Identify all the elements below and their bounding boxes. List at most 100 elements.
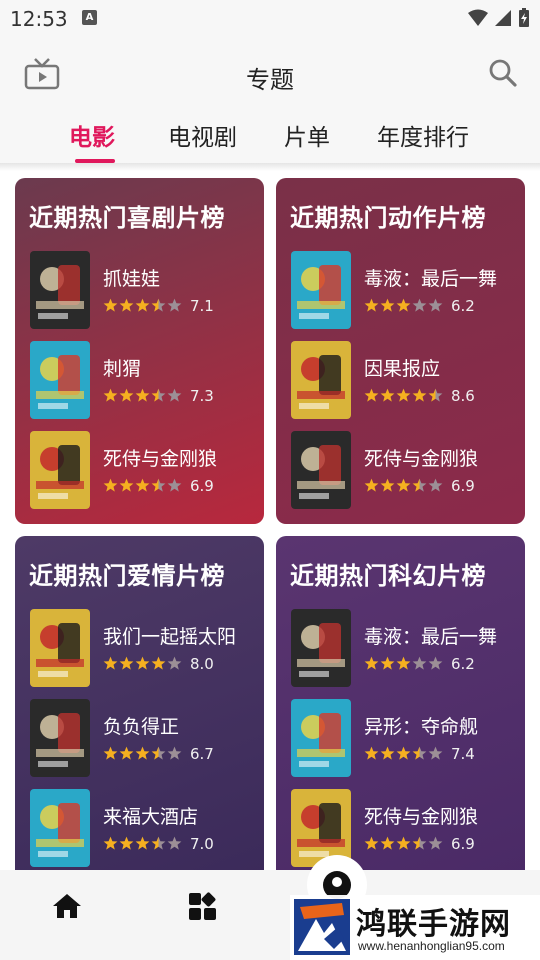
rating-star-icon <box>135 478 150 492</box>
movie-item[interactable]: 我们一起摇太阳 8.0 <box>30 609 260 687</box>
rating-star-icon <box>364 388 379 402</box>
rating-star-icon <box>412 388 427 402</box>
movie-item[interactable]: 毒液：最后一舞 6.2 <box>291 251 521 329</box>
movie-title: 因果报应 <box>364 358 441 380</box>
rating-star-icon <box>428 478 443 492</box>
app-header: 专题 电影 电视剧 片单 年度排行 <box>0 38 540 163</box>
rating-star-icon <box>380 656 395 670</box>
rating-star-icon <box>167 656 182 670</box>
rating-star-icon <box>412 746 427 760</box>
rating-star-icon <box>396 298 411 312</box>
movie-title: 毒液：最后一舞 <box>364 268 498 290</box>
tab-movies[interactable]: 电影 <box>69 118 115 152</box>
rating-star-icon <box>151 388 166 402</box>
rating-star-icon <box>396 388 411 402</box>
movie-item[interactable]: 负负得正 6.7 <box>30 699 260 777</box>
star-rating <box>364 478 443 493</box>
movie-poster <box>30 341 90 419</box>
movie-item[interactable]: 因果报应 8.6 <box>291 341 521 419</box>
movie-item[interactable]: 毒液：最后一舞 6.2 <box>291 609 521 687</box>
rating-star-icon <box>135 656 150 670</box>
ranking-card[interactable]: 近期热门喜剧片榜抓娃娃 7.1 刺猬 7.3 死侍与金刚狼 6.9 <box>15 178 264 524</box>
rating-score: 7.3 <box>190 387 214 405</box>
rating-star-icon <box>396 746 411 760</box>
rating-star-icon <box>412 298 427 312</box>
rating-score: 6.2 <box>451 655 475 673</box>
rating-score: 7.1 <box>190 297 214 315</box>
movie-item[interactable]: 异形：夺命舰 7.4 <box>291 699 521 777</box>
rating-star-icon <box>364 656 379 670</box>
ranking-card-title: 近期热门喜剧片榜 <box>29 204 225 232</box>
movie-item[interactable]: 死侍与金刚狼 6.9 <box>291 431 521 509</box>
rating-star-icon <box>428 388 443 402</box>
rating-star-icon <box>428 298 443 312</box>
movie-title: 死侍与金刚狼 <box>364 806 479 828</box>
rating-score: 8.0 <box>190 655 214 673</box>
movie-poster <box>30 609 90 687</box>
rating-star-icon <box>167 478 182 492</box>
tab-playlists[interactable]: 片单 <box>284 118 330 152</box>
movie-title: 刺猬 <box>103 358 142 380</box>
ranking-card[interactable]: 近期热门科幻片榜 毒液：最后一舞 6.2 异形：夺命舰 7.4 死侍与金刚狼 6.9 <box>276 536 525 882</box>
star-rating <box>103 656 182 671</box>
rating-star-icon <box>380 388 395 402</box>
ranking-card-title: 近期热门爱情片榜 <box>29 562 225 590</box>
rating-star-icon <box>396 836 411 850</box>
rating-star-icon <box>151 656 166 670</box>
rating-star-icon <box>412 478 427 492</box>
movie-poster <box>291 251 351 329</box>
wifi-icon <box>468 9 488 26</box>
status-icons <box>468 8 530 28</box>
rating-score: 6.9 <box>190 477 214 495</box>
rating-star-icon <box>167 388 182 402</box>
star-rating <box>364 746 443 761</box>
movie-poster <box>291 341 351 419</box>
star-rating <box>364 836 443 851</box>
movie-poster <box>30 251 90 329</box>
watermark-url: www.henanhonglian95.com <box>358 939 505 953</box>
movie-item[interactable]: 死侍与金刚狼 6.9 <box>30 431 260 509</box>
star-rating <box>103 836 182 851</box>
movie-title: 毒液：最后一舞 <box>364 626 498 648</box>
rating-star-icon <box>380 478 395 492</box>
rating-star-icon <box>103 746 118 760</box>
rating-star-icon <box>103 478 118 492</box>
site-watermark: 鸿联手游网 www.henanhonglian95.com <box>290 895 540 960</box>
rating-star-icon <box>364 298 379 312</box>
watermark-logo-icon <box>294 899 350 955</box>
ranking-card[interactable]: 近期热门爱情片榜我们一起摇太阳 8.0 负负得正 6.7 来福大酒店 7.0 <box>15 536 264 882</box>
rating-score: 7.4 <box>451 745 475 763</box>
search-icon[interactable] <box>488 58 518 92</box>
movie-item[interactable]: 抓娃娃 7.1 <box>30 251 260 329</box>
rating-star-icon <box>364 836 379 850</box>
star-rating <box>364 388 443 403</box>
battery-icon <box>519 8 529 27</box>
home-icon[interactable] <box>52 892 82 924</box>
movie-poster <box>291 609 351 687</box>
rating-star-icon <box>103 388 118 402</box>
category-tabs: 电影 电视剧 片单 年度排行 <box>0 118 540 163</box>
rating-star-icon <box>103 298 118 312</box>
movie-item[interactable]: 刺猬 7.3 <box>30 341 260 419</box>
page-title: 专题 <box>246 66 294 94</box>
rating-star-icon <box>103 656 118 670</box>
rating-star-icon <box>428 746 443 760</box>
rating-star-icon <box>396 478 411 492</box>
rating-score: 6.2 <box>451 297 475 315</box>
tab-tv-series[interactable]: 电视剧 <box>168 118 237 152</box>
tab-annual-ranking[interactable]: 年度排行 <box>377 118 469 152</box>
rating-star-icon <box>119 388 134 402</box>
rating-star-icon <box>119 298 134 312</box>
status-time: 12:53 <box>10 7 68 31</box>
rating-score: 6.9 <box>451 477 475 495</box>
star-rating <box>103 388 182 403</box>
ranking-card[interactable]: 近期热门动作片榜 毒液：最后一舞 6.2 因果报应 8.6 死侍与金刚狼 6.9 <box>276 178 525 524</box>
star-rating <box>103 478 182 493</box>
rating-score: 8.6 <box>451 387 475 405</box>
movie-title: 负负得正 <box>103 716 180 738</box>
movie-item[interactable]: 来福大酒店 7.0 <box>30 789 260 867</box>
category-grid-icon[interactable] <box>188 892 218 926</box>
watermark-title: 鸿联手游网 <box>356 907 511 942</box>
rating-star-icon <box>119 656 134 670</box>
rating-star-icon <box>151 836 166 850</box>
